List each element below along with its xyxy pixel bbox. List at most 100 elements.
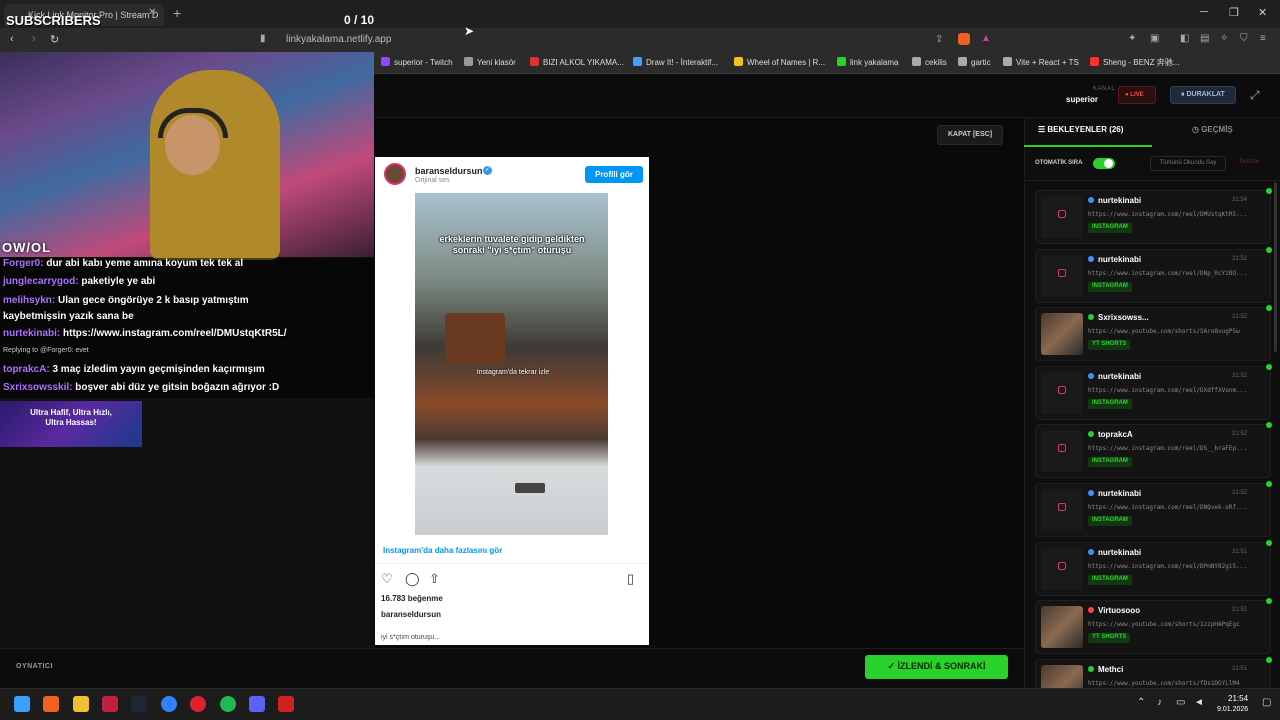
start-icon[interactable]: [14, 696, 30, 712]
tab-search-icon[interactable]: ▣: [1150, 33, 1159, 44]
bookmark-item[interactable]: Vite + React + TS: [1003, 57, 1079, 67]
tab-queue[interactable]: ☰ BEKLEYENLER (26): [1038, 125, 1123, 134]
queue-thumbnail: [1041, 547, 1083, 590]
queue-item[interactable]: nurtekinabi 21:51 https://www.instagram.co…: [1035, 539, 1272, 596]
spotify-icon[interactable]: [220, 696, 236, 712]
notification-icon[interactable]: ▢: [1262, 697, 1271, 708]
queue-user: nurtekinabi: [1088, 255, 1141, 264]
forward-icon[interactable]: ›: [32, 33, 36, 45]
clock-time[interactable]: 21:54: [1228, 694, 1248, 703]
embed-footer-username[interactable]: baranseldursun: [381, 610, 441, 619]
clear-button[interactable]: Temizle: [1233, 156, 1265, 171]
bookmark-label: Draw It! - İnteraktif...: [646, 58, 719, 67]
avatar[interactable]: [384, 163, 406, 185]
bookmark-item[interactable]: Yeni klasör: [464, 57, 516, 67]
clock-date[interactable]: 9.01.2026: [1217, 706, 1248, 713]
more-on-instagram-link[interactable]: Instagram'da daha fazlasını gör: [383, 546, 502, 555]
queue-item[interactable]: Sxrixsowss... 21:52 https://www.youtube.co…: [1035, 305, 1272, 362]
queue-item[interactable]: nurtekinabi 21:52 https://www.instagram.co…: [1035, 481, 1272, 537]
save-icon[interactable]: ▯: [627, 571, 634, 587]
heart-icon[interactable]: ♡: [381, 571, 393, 587]
minimize-icon[interactable]: ─: [1200, 6, 1208, 18]
chat-text: Ulan gece öngörüye 2 k basıp yatmıştım: [58, 295, 249, 306]
user-badge-icon: [1088, 197, 1094, 203]
user-badge-icon: [1088, 314, 1094, 321]
extensions-icon[interactable]: ✦: [1128, 33, 1136, 44]
folder-icon[interactable]: [73, 696, 89, 712]
platform-badge: INSTAGRAM: [1088, 457, 1132, 468]
bookmark-favicon-icon: [530, 57, 539, 66]
vpn-icon[interactable]: ⛉: [1240, 33, 1248, 44]
queue-time: 21:52: [1232, 372, 1248, 379]
reload-icon[interactable]: ↻: [50, 33, 59, 46]
app2-icon[interactable]: [161, 696, 177, 712]
queue-item[interactable]: nurtekinabi 21:52 https://www.instagram.co…: [1035, 246, 1272, 303]
embed-description: iyi s*çtım oturuşu...: [381, 634, 441, 641]
queue-time: 21:51: [1232, 665, 1248, 672]
chat-message: Forger0: dur abi kabı yeme amına koyum t…: [3, 258, 243, 269]
status-dot-icon: [1266, 246, 1272, 253]
bookmark-item[interactable]: BIZI ALKOL YIKAMA...: [530, 57, 624, 67]
chat-message: toprakcA: 3 maç izledim yayın geçmişinde…: [3, 364, 265, 375]
mic-icon[interactable]: ♪: [1157, 697, 1162, 708]
leo-icon[interactable]: ✧: [1220, 33, 1228, 44]
watched-next-button[interactable]: ✓ İZLENDİ & SONRAKİ: [865, 655, 1008, 679]
rewatch-overlay[interactable]: Instagram'da tekrar izle: [438, 369, 588, 376]
close-viewer-button[interactable]: KAPAT [ESC]: [937, 125, 1003, 145]
new-tab-icon[interactable]: +: [173, 5, 181, 21]
close-window-icon[interactable]: ✕: [1258, 6, 1267, 19]
tab-close-icon[interactable]: ✕: [148, 7, 156, 18]
queue-scrollbar[interactable]: [1274, 182, 1277, 352]
brave-rewards-icon[interactable]: ▲: [981, 33, 991, 44]
mark-all-read-button[interactable]: Tümünü Okundu Say: [1150, 156, 1226, 171]
tray-chevron-icon[interactable]: ⌃: [1137, 697, 1145, 708]
bookmark-item[interactable]: Wheel of Names | R...: [734, 57, 825, 67]
steam-icon[interactable]: [131, 696, 147, 712]
queue-item[interactable]: toprakcA 21:52 https://www.instagram.com/r…: [1035, 422, 1272, 479]
share-icon[interactable]: ⇧: [429, 571, 440, 587]
instagram-icon: [1058, 210, 1066, 218]
wallet-icon[interactable]: ▤: [1200, 33, 1209, 44]
comment-icon[interactable]: ◯: [405, 571, 420, 587]
brave-icon[interactable]: [43, 696, 59, 712]
bookmark-item[interactable]: Sheng - BENZ 奔驰...: [1090, 57, 1179, 68]
bookmark-item[interactable]: gartic: [958, 57, 991, 67]
pause-button[interactable]: ⏸ DURAKLAT: [1170, 86, 1236, 104]
expand-icon[interactable]: ⤢: [1250, 88, 1260, 103]
discord-icon[interactable]: [249, 696, 265, 712]
brave-shield-icon[interactable]: [958, 33, 970, 45]
embed-username[interactable]: baranseldursun: [415, 166, 483, 176]
bookmark-item[interactable]: superior - Twitch: [381, 57, 453, 67]
status-dot-icon: [1266, 656, 1272, 663]
app-icon[interactable]: [102, 696, 118, 712]
queue-thumbnail: [1041, 196, 1083, 238]
channel-value: superior: [1066, 95, 1099, 104]
network-icon[interactable]: ▭: [1176, 697, 1185, 708]
app3-icon[interactable]: [190, 696, 206, 712]
menu-icon[interactable]: ≡: [1260, 33, 1266, 44]
sidebar-icon[interactable]: ◧: [1180, 33, 1189, 44]
bookmark-icon[interactable]: ▮: [260, 33, 266, 44]
volume-icon[interactable]: ◄: [1194, 697, 1204, 708]
queue-username: Sxrixsowss...: [1098, 313, 1149, 323]
bookmark-item[interactable]: Draw It! - İnteraktif...: [633, 57, 718, 67]
queue-item[interactable]: nurtekinabi 21:54 https://www.instagram.co…: [1035, 188, 1272, 244]
tab-history[interactable]: ◷ GEÇMİŞ: [1192, 125, 1233, 134]
queue-user: nurtekinabi: [1088, 489, 1141, 498]
url-field[interactable]: linkyakalama.netlify.app: [270, 32, 910, 48]
back-icon[interactable]: ‹: [10, 33, 14, 45]
bookmark-item[interactable]: link yakalama: [837, 57, 898, 67]
bookmark-item[interactable]: cekilis: [912, 57, 947, 67]
queue-url: https://www.instagram.com/reel/DPmNY82gi…: [1088, 562, 1247, 570]
auto-queue-label: OTOMATİK SIRA: [1035, 160, 1083, 166]
channel-label: KANAL: [1093, 86, 1116, 92]
platform-badge: INSTAGRAM: [1088, 574, 1132, 585]
view-profile-button[interactable]: Profili gör: [585, 166, 643, 183]
share-icon[interactable]: ⇪: [935, 34, 943, 45]
queue-item[interactable]: Virtuosooo 21:51 https://www.youtube.com/s…: [1035, 598, 1272, 655]
queue-item[interactable]: nurtekinabi 21:52 https://www.instagram.co…: [1035, 363, 1272, 420]
app4-icon[interactable]: [278, 696, 294, 712]
maximize-icon[interactable]: ❐: [1229, 6, 1239, 19]
queue-username: toprakcA: [1098, 430, 1133, 440]
live-button[interactable]: ● LIVE: [1118, 86, 1156, 104]
